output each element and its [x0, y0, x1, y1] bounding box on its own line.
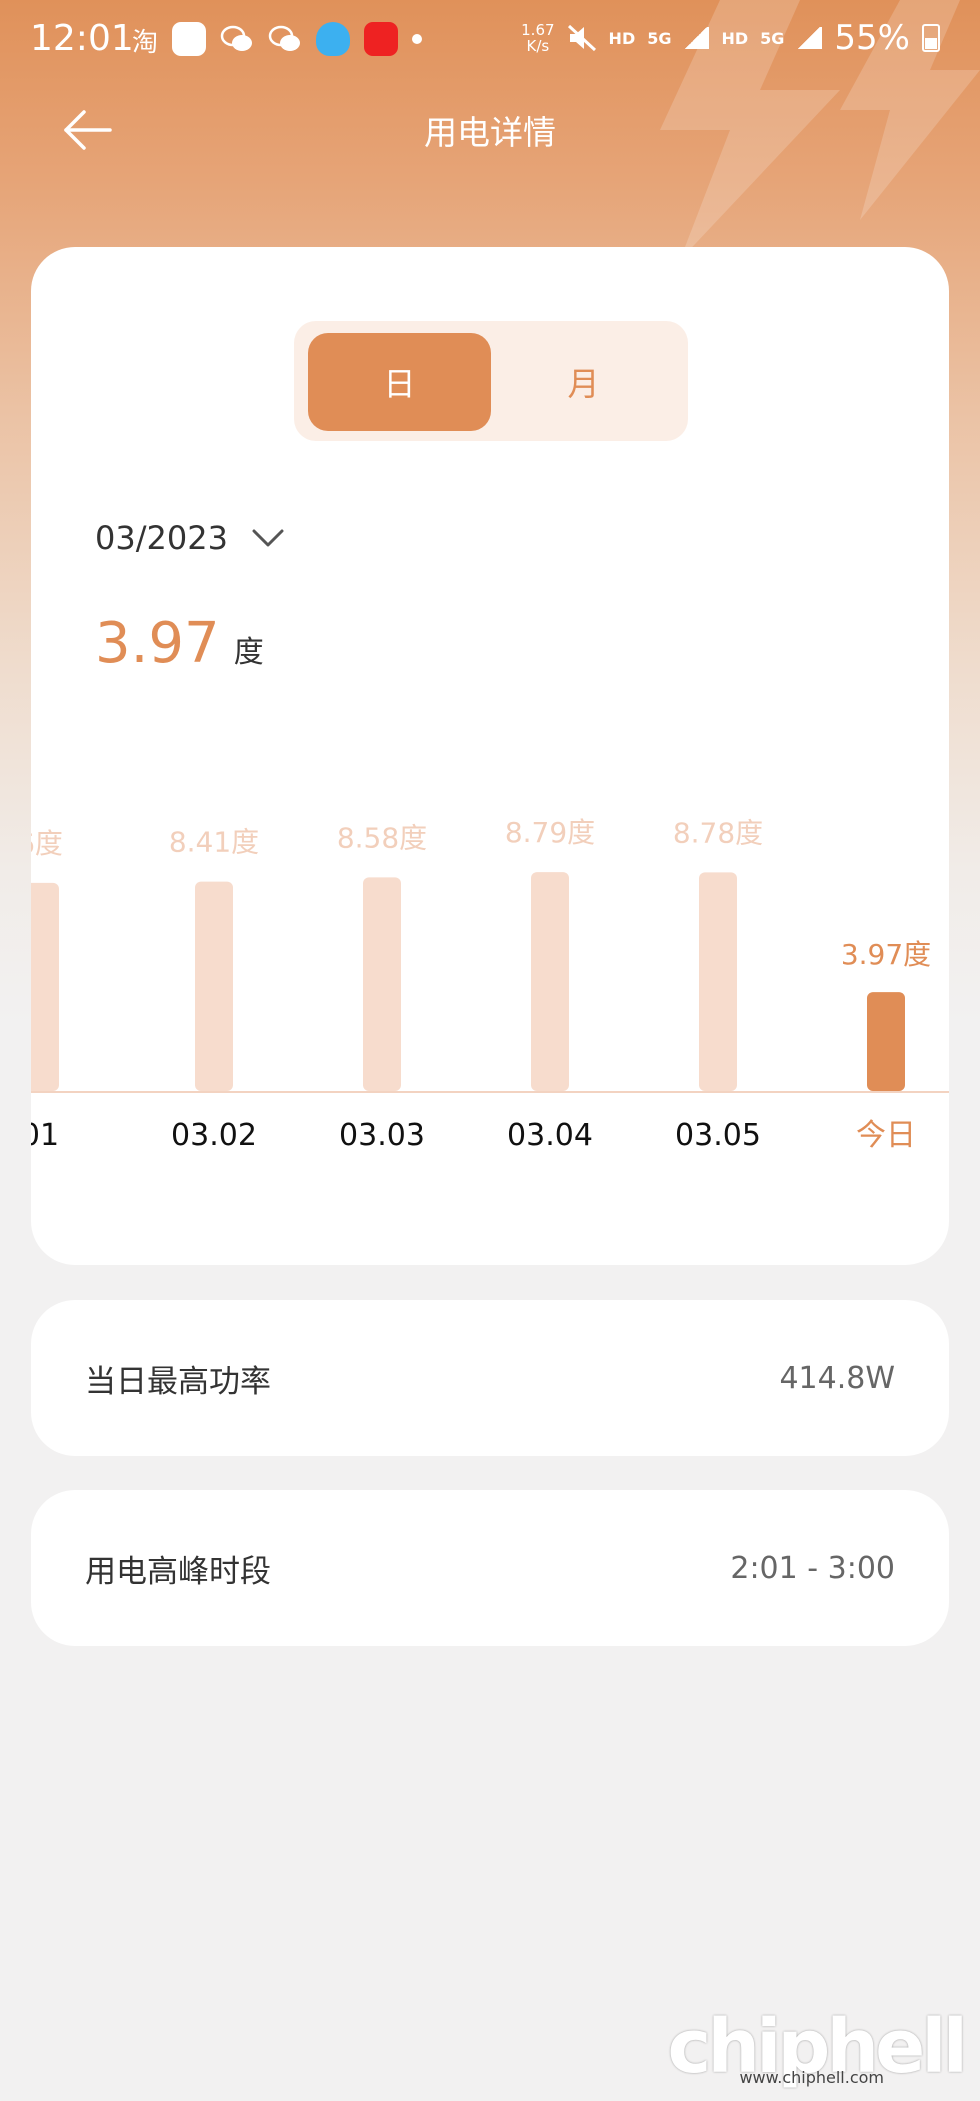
peak-period-label: 用电高峰时段 [85, 1553, 271, 1590]
battery-percent: 55% [834, 18, 910, 58]
chart-value-label: 8.78度 [673, 816, 763, 849]
chevron-down-icon [252, 529, 284, 547]
chart-bar [531, 872, 569, 1091]
status-time: 12:01 [30, 18, 134, 59]
chart-value-label: 8.41度 [169, 826, 259, 859]
chart-value-label: 3.97度 [841, 938, 931, 971]
chart-value-label: 8.79度 [505, 816, 595, 849]
mute-icon [567, 24, 596, 52]
watermark: chiphell www.chiphell.com [668, 2010, 968, 2087]
chart-category-label: 03.03 [339, 1118, 425, 1153]
taobao-icon: 淘 [132, 28, 159, 58]
hd-indicator: HD [608, 28, 636, 48]
hd-indicator-2: HD [721, 28, 749, 48]
status-right: 1.67 K/s HD 5G HD 5G 55% [521, 18, 940, 58]
daily-total: 3.97 度 [95, 611, 264, 676]
network-speed: 1.67 K/s [521, 22, 554, 54]
peak-power-value: 414.8W [779, 1360, 895, 1396]
peak-period-value: 2:01 - 3:00 [730, 1550, 895, 1586]
tmall-icon [364, 22, 399, 56]
chart-value-label: 8.58度 [337, 821, 427, 854]
status-bar: 12:01 淘 1.67 K/s HD 5G HD 5G 55% [0, 0, 980, 84]
peak-power-card: 当日最高功率 414.8W [31, 1300, 949, 1456]
chart-category-label: 今日 [856, 1118, 916, 1153]
notification-icons: 淘 [132, 22, 423, 58]
more-notifications-dot [412, 34, 423, 44]
chart-bar [867, 992, 905, 1091]
chart-bar [363, 877, 401, 1091]
chart-category-label: 01 [31, 1118, 59, 1153]
qq-icon [316, 22, 351, 56]
chart-category-label: 03.02 [171, 1118, 257, 1153]
network-speed-value: 1.67 [521, 21, 555, 39]
chart-category-label: 03.04 [507, 1118, 593, 1153]
todo-app-icon [172, 22, 207, 56]
chart-category-label: 03.05 [675, 1118, 761, 1153]
daily-total-value: 3.97 [95, 611, 220, 676]
tab-day[interactable]: 日 [308, 333, 491, 431]
month-selector[interactable]: 03/2023 [95, 519, 284, 557]
period-toggle: 日 月 [294, 321, 688, 441]
5g-indicator: 5G [647, 28, 672, 48]
signal-icon-2 [796, 27, 823, 49]
daily-total-unit: 度 [233, 635, 264, 670]
5g-indicator-2: 5G [760, 28, 785, 48]
daily-usage-chart: 6度 01 8.41度 03.02 8.58度 03.03 8.79度 03.04 8.78度 0… [31, 816, 949, 1153]
chart-bar [195, 881, 233, 1091]
peak-power-label: 当日最高功率 [85, 1363, 271, 1400]
page-title: 用电详情 [424, 113, 556, 152]
wechat-icon-2 [268, 22, 302, 56]
wechat-icon [220, 22, 254, 56]
chart-bar [31, 882, 59, 1091]
network-speed-unit: K/s [526, 37, 550, 55]
chart-value-label: 6度 [31, 827, 63, 860]
battery-icon [922, 24, 940, 52]
peak-period-card: 用电高峰时段 2:01 - 3:00 [31, 1490, 949, 1646]
usage-card: 日 月 03/2023 3.97 度 6度 01 8.41度 03.02 8.58度 03… [31, 247, 949, 1265]
signal-icon [683, 27, 710, 49]
chart-bar [699, 872, 737, 1091]
month-value: 03/2023 [95, 519, 228, 557]
tab-month[interactable]: 月 [492, 333, 675, 431]
